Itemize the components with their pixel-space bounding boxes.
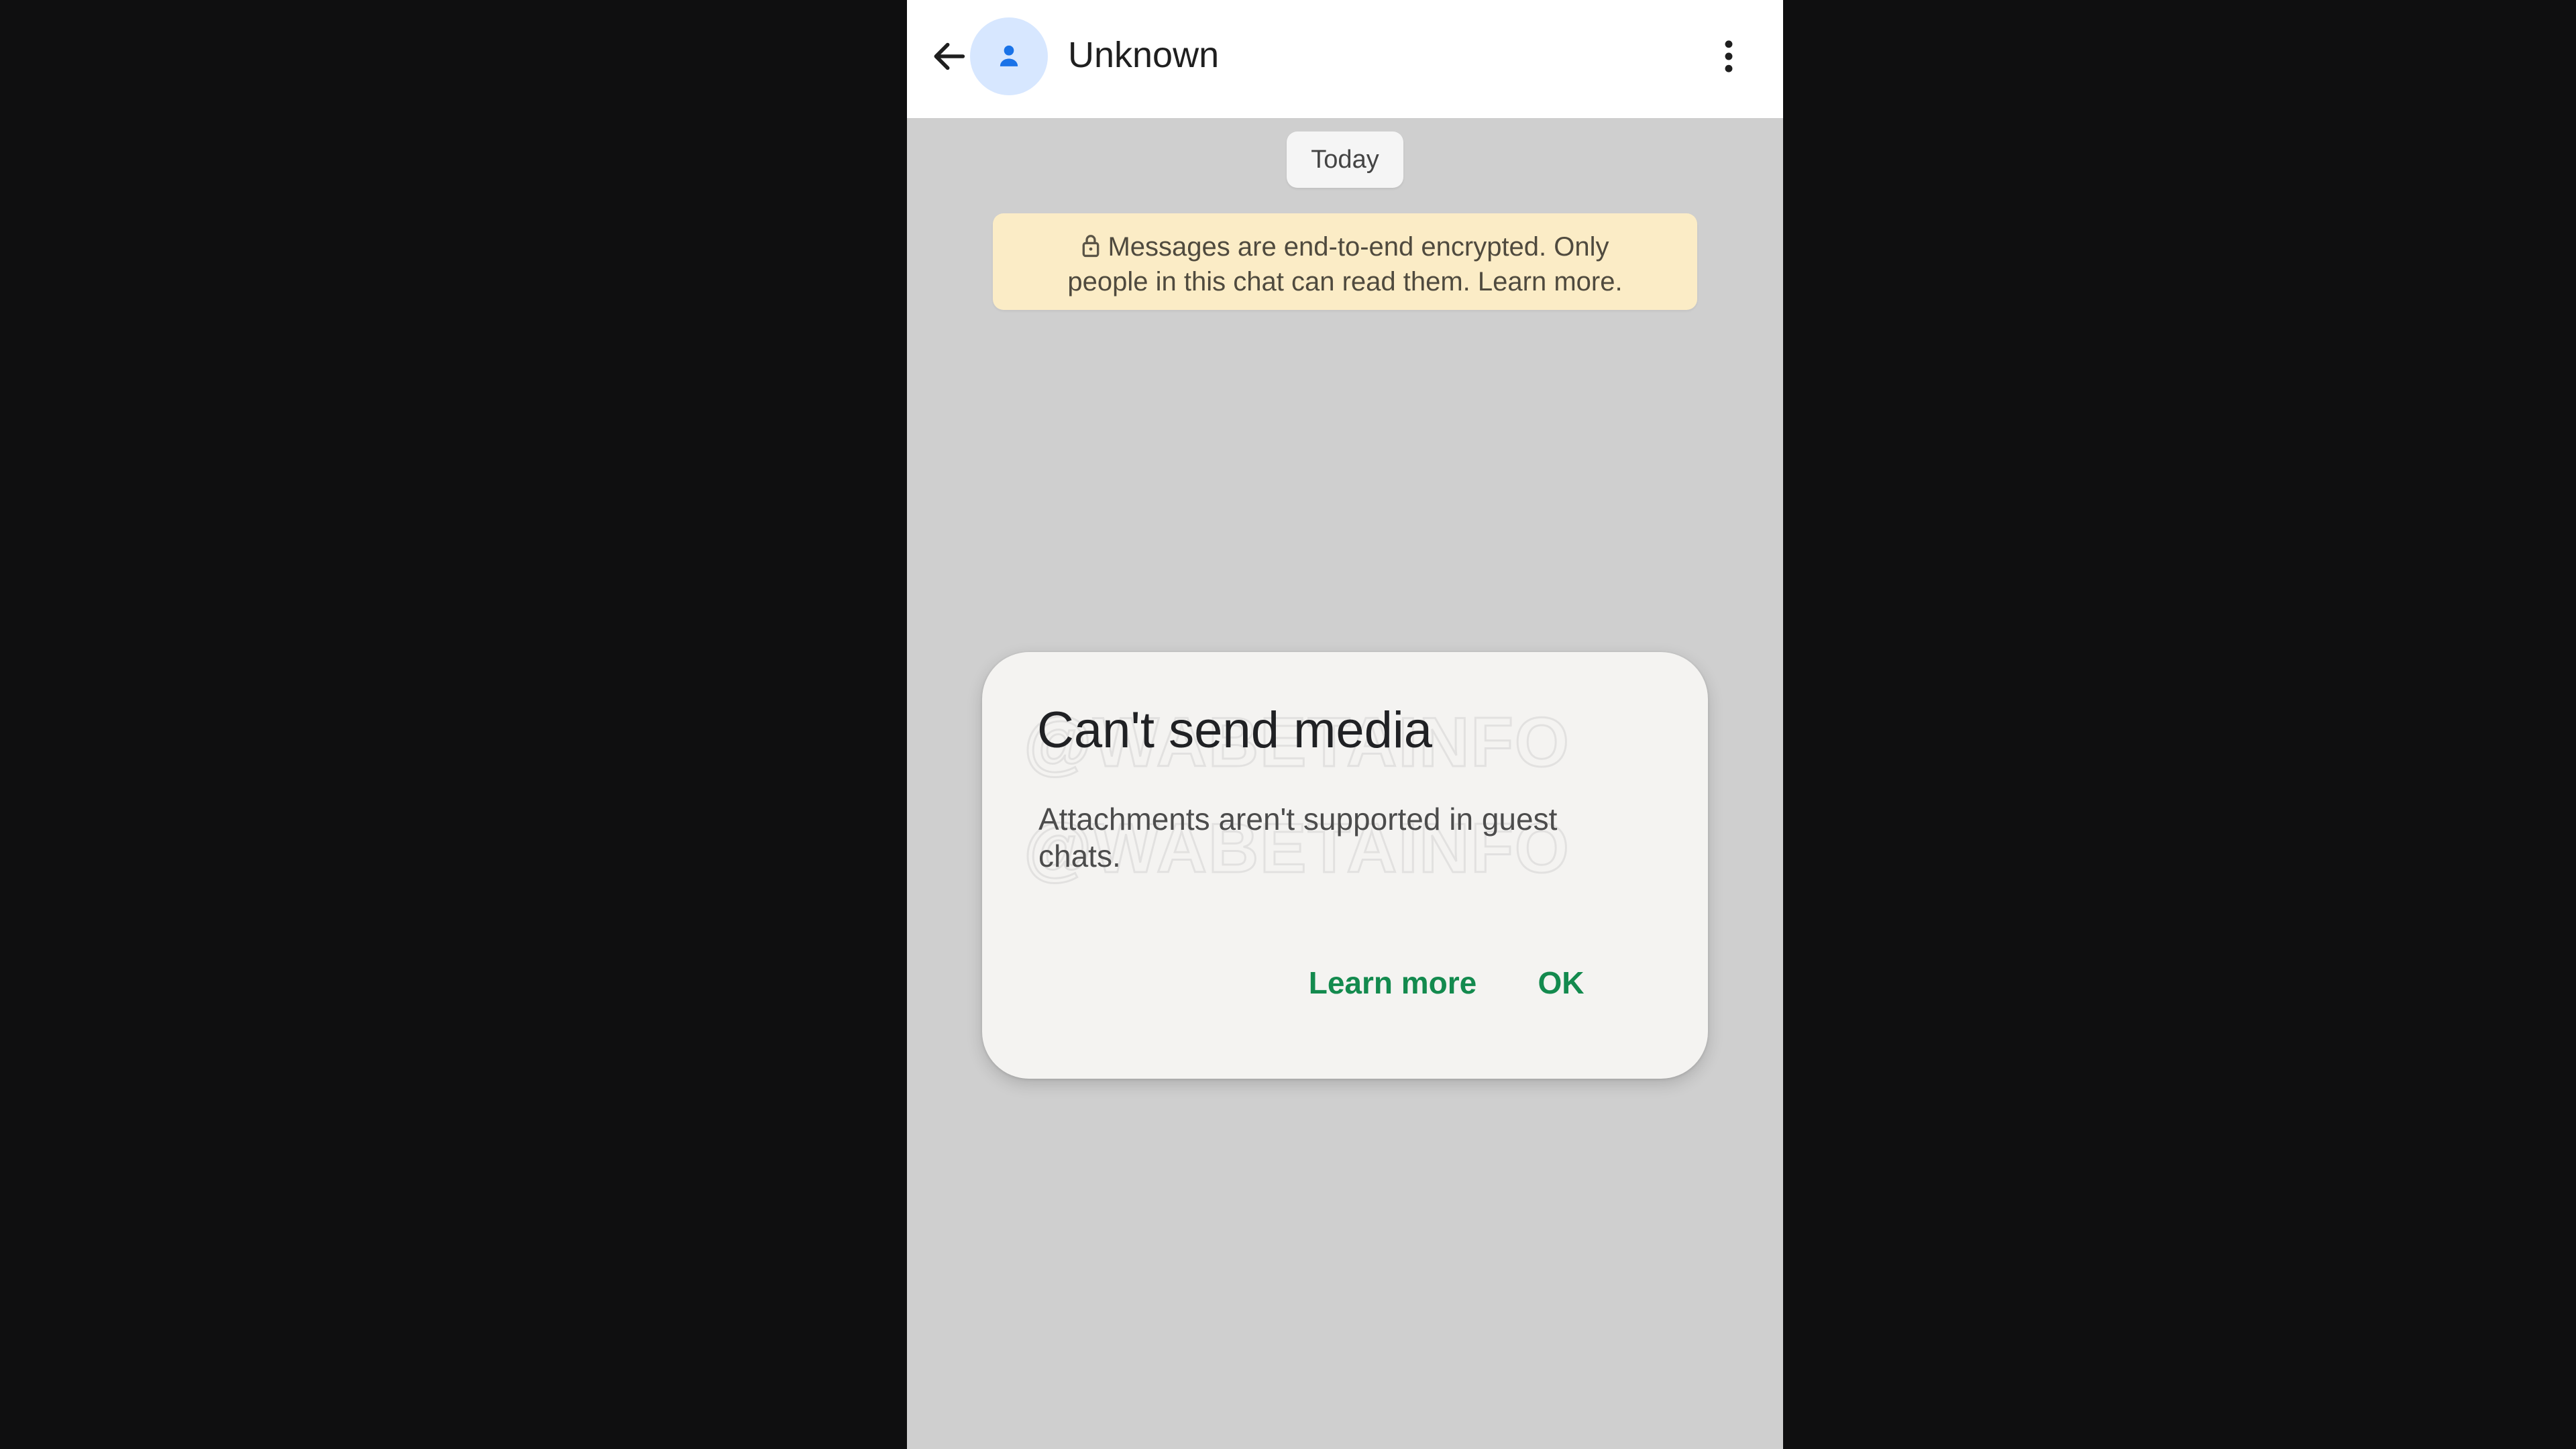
learn-more-button[interactable]: Learn more [1305,958,1480,1008]
ok-button[interactable]: OK [1531,958,1591,1008]
lock-icon [1083,235,1099,258]
encryption-notice-line-1: Messages are end-to-end encrypted. Only [1033,229,1657,264]
arrow-left-icon [934,42,965,70]
chat-header: Unknown [907,0,1783,118]
dialog-title: Can't send media [1037,702,1433,759]
encryption-notice[interactable]: Messages are end-to-end encrypted. Only … [993,213,1697,310]
date-chip: Today [1287,131,1403,188]
dialog-message: Attachments aren't supported in guest ch… [1038,802,1558,873]
back-button[interactable] [922,30,975,83]
phone-screen: Unknown Today Messages are end-to-end en… [907,0,1783,1449]
more-vert-icon [1725,40,1733,72]
encryption-notice-line-2: people in this chat can read them. Learn… [1067,267,1623,297]
person-icon [1000,45,1018,66]
contact-avatar[interactable] [970,17,1048,95]
contact-name[interactable]: Unknown [1068,34,1219,76]
cant-send-media-dialog: @WABETAINFO @WABETAINFO Can't send media… [982,652,1708,1079]
more-options-button[interactable] [1705,30,1752,83]
